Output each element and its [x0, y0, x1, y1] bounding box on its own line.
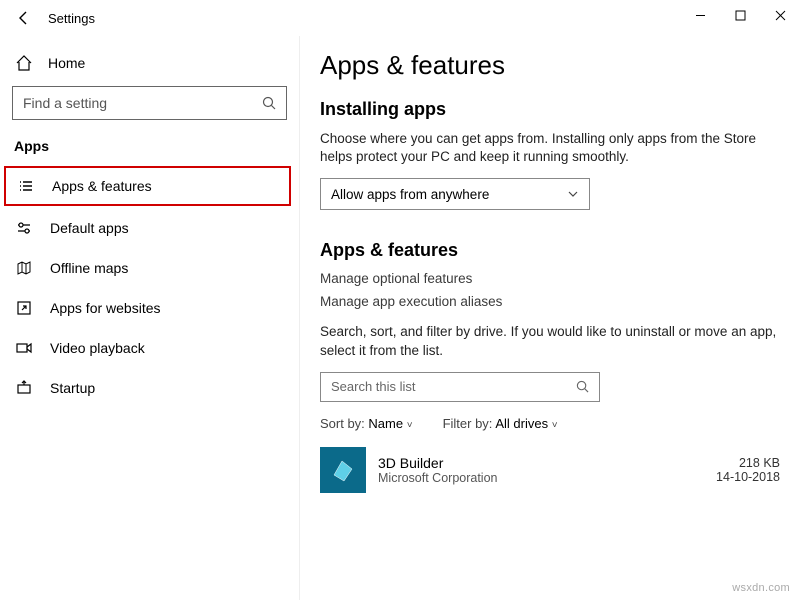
watermark: wsxdn.com [732, 582, 790, 594]
nav-video-playback[interactable]: Video playback [0, 328, 299, 368]
home-label: Home [48, 55, 85, 71]
filter-control[interactable]: Filter by: All drives ˅ [443, 416, 558, 431]
filter-value: All drives [495, 416, 548, 431]
nav-label: Offline maps [50, 260, 128, 276]
app-date: 14-10-2018 [716, 470, 780, 484]
home-nav[interactable]: Home [0, 46, 299, 86]
search-icon [262, 96, 276, 110]
nav-offline-maps[interactable]: Offline maps [0, 248, 299, 288]
app-search-input[interactable]: Search this list [320, 372, 600, 402]
app-icon [320, 447, 366, 493]
app-size: 218 KB [716, 456, 780, 470]
nav-apps-websites[interactable]: Apps for websites [0, 288, 299, 328]
minimize-button[interactable] [680, 0, 720, 30]
features-heading: Apps & features [320, 240, 780, 261]
section-label: Apps [0, 132, 299, 164]
app-list-item[interactable]: 3D Builder Microsoft Corporation 218 KB … [320, 443, 780, 497]
search-icon [576, 380, 589, 393]
app-search-placeholder: Search this list [331, 379, 416, 394]
nav-label: Apps & features [52, 178, 152, 194]
settings-search[interactable]: Find a setting [12, 86, 287, 120]
app-name: 3D Builder [378, 455, 704, 471]
search-placeholder: Find a setting [23, 95, 107, 111]
installing-heading: Installing apps [320, 99, 780, 120]
chevron-down-icon [567, 188, 579, 200]
nav-label: Default apps [50, 220, 129, 236]
startup-icon [14, 380, 34, 396]
main-content: Apps & features Installing apps Choose w… [300, 36, 800, 600]
list-icon [16, 178, 36, 194]
sort-value: Name [368, 416, 403, 431]
sidebar: Home Find a setting Apps Apps & features… [0, 36, 300, 600]
sort-label: Sort by: [320, 416, 365, 431]
nav-label: Startup [50, 380, 95, 396]
launch-icon [14, 300, 34, 316]
installing-body: Choose where you can get apps from. Inst… [320, 130, 780, 166]
window-title: Settings [48, 11, 95, 26]
page-title: Apps & features [320, 50, 780, 81]
home-icon [14, 54, 34, 72]
defaults-icon [14, 220, 34, 236]
nav-startup[interactable]: Startup [0, 368, 299, 408]
video-icon [14, 340, 34, 356]
nav-label: Apps for websites [50, 300, 161, 316]
close-button[interactable] [760, 0, 800, 30]
nav-apps-features[interactable]: Apps & features [4, 166, 291, 206]
nav-default-apps[interactable]: Default apps [0, 208, 299, 248]
maximize-button[interactable] [720, 0, 760, 30]
manage-optional-link[interactable]: Manage optional features [320, 271, 780, 286]
features-body: Search, sort, and filter by drive. If yo… [320, 323, 780, 359]
filter-label: Filter by: [443, 416, 493, 431]
chevron-down-icon: ˅ [407, 420, 413, 431]
sort-control[interactable]: Sort by: Name ˅ [320, 416, 413, 431]
dropdown-value: Allow apps from anywhere [331, 187, 489, 202]
back-button[interactable] [8, 10, 40, 26]
map-icon [14, 260, 34, 276]
manage-aliases-link[interactable]: Manage app execution aliases [320, 294, 780, 309]
app-publisher: Microsoft Corporation [378, 471, 704, 485]
nav-label: Video playback [50, 340, 145, 356]
chevron-down-icon: ˅ [552, 420, 558, 431]
install-source-dropdown[interactable]: Allow apps from anywhere [320, 178, 590, 210]
